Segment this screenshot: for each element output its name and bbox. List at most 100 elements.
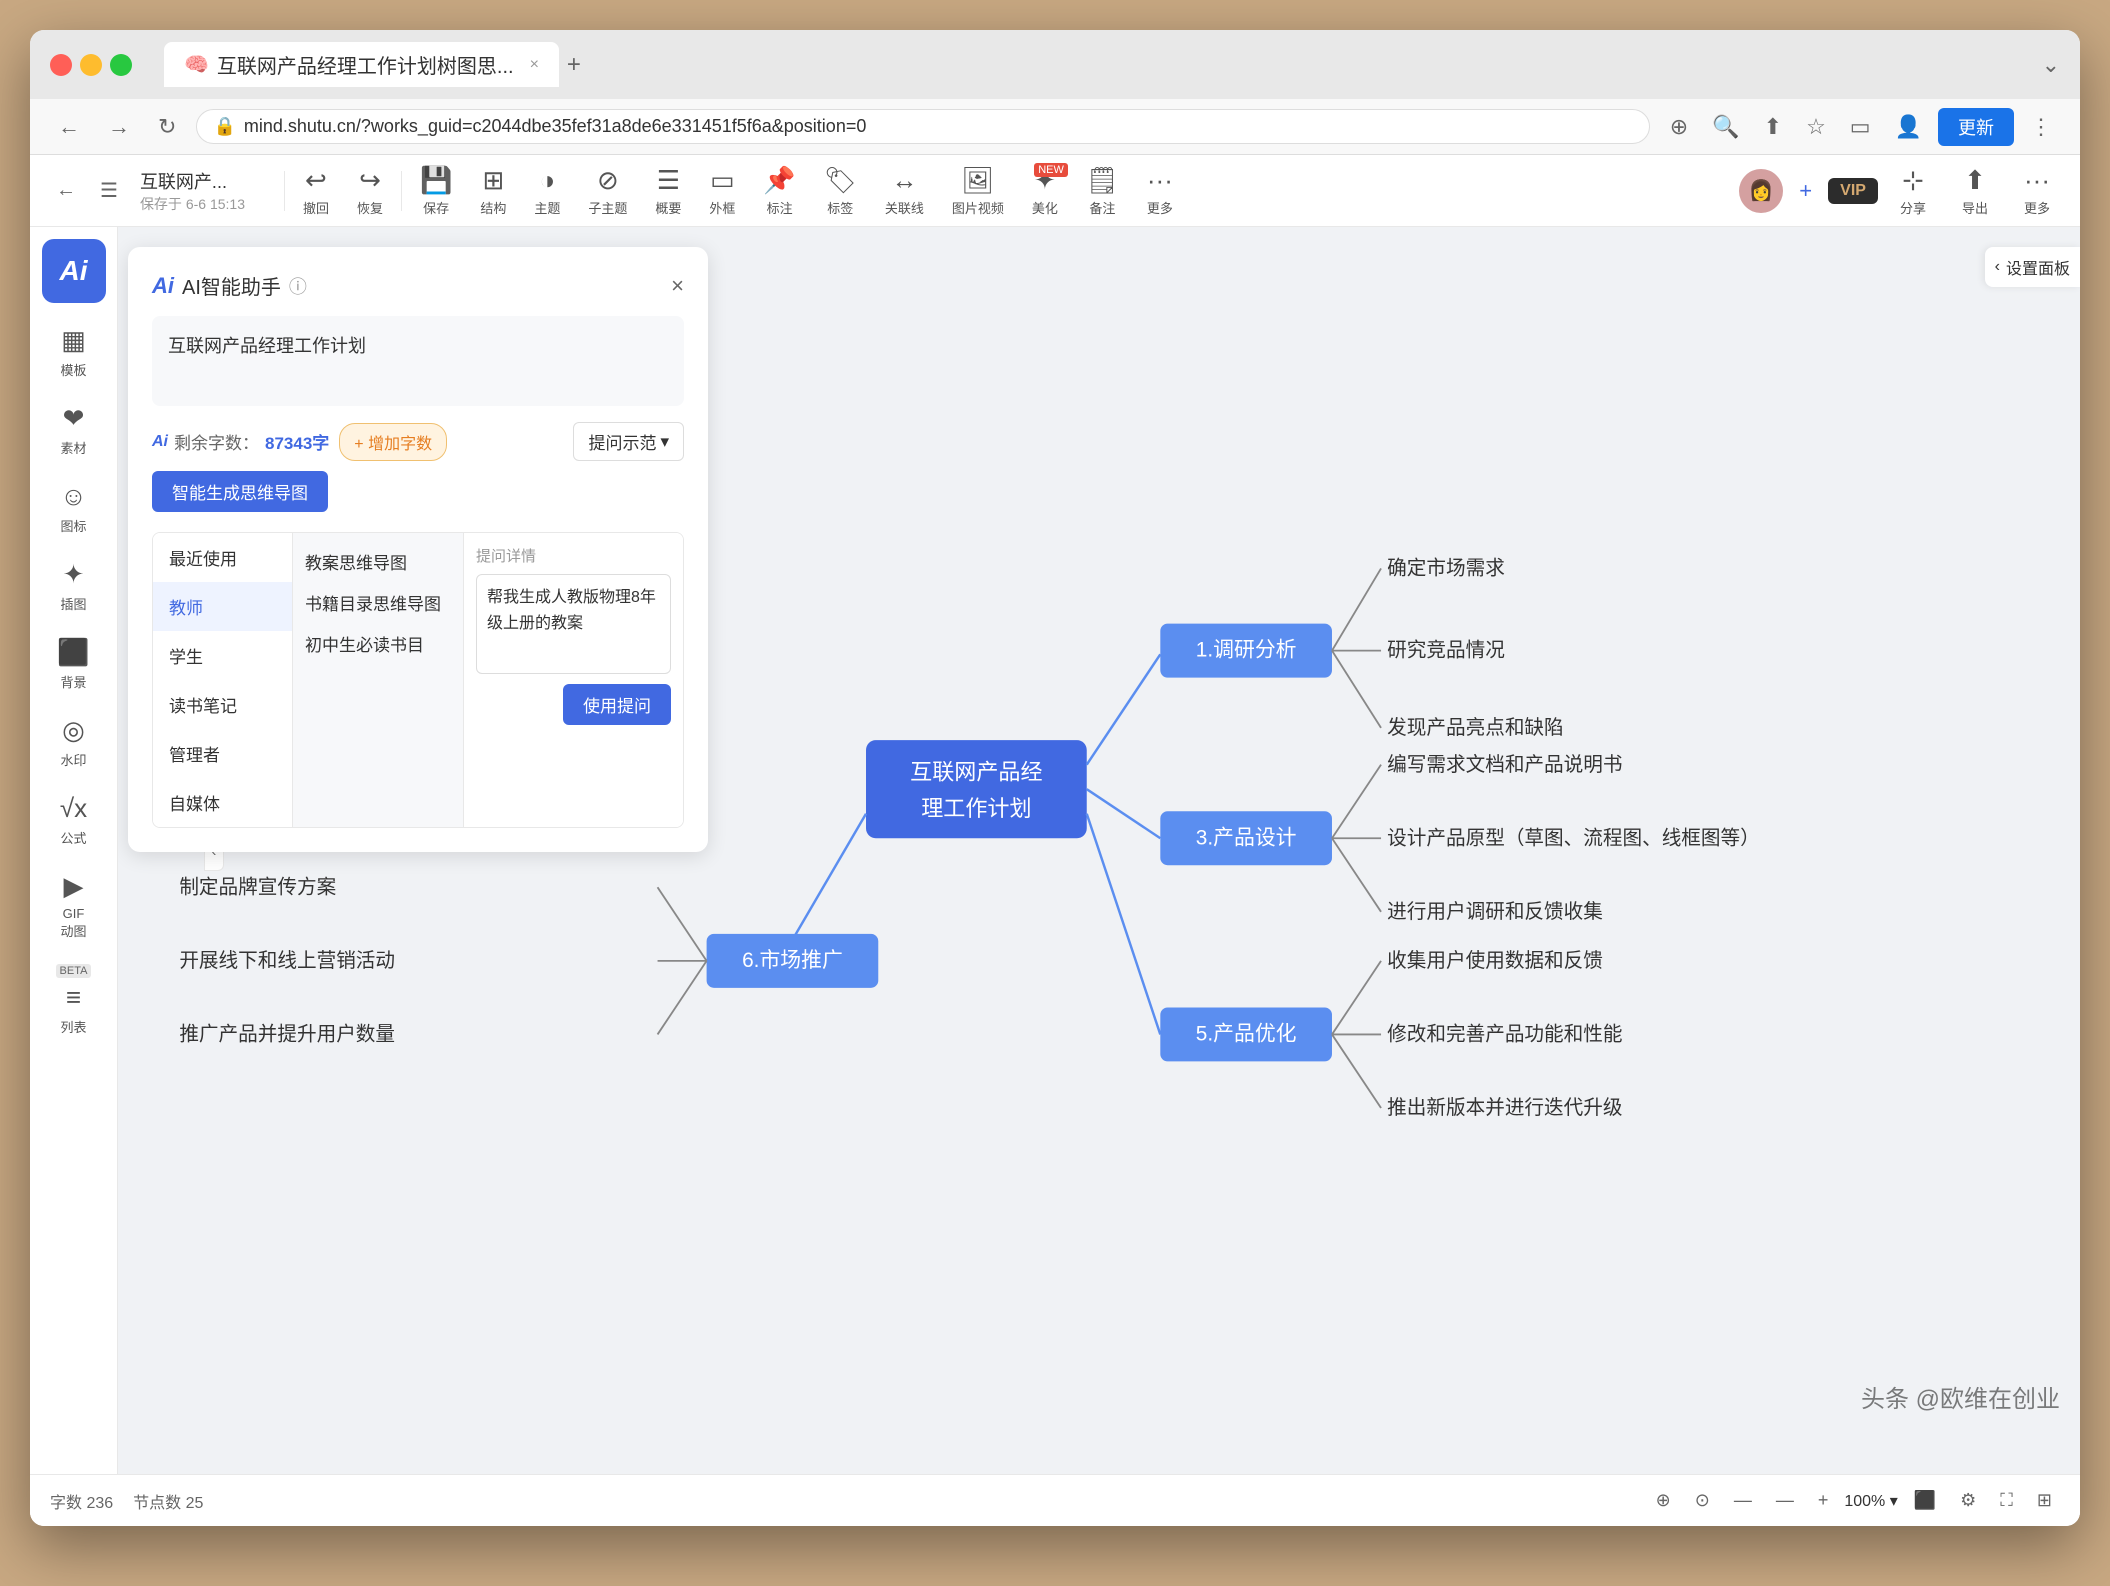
sidebar-item-template[interactable]: ▦ 模板 bbox=[34, 315, 114, 389]
svg-text:进行用户调研和反馈收集: 进行用户调研和反馈收集 bbox=[1387, 901, 1603, 923]
add-user-button[interactable]: + bbox=[1791, 174, 1820, 208]
address-bar[interactable]: 🔒 mind.shutu.cn/?works_guid=c2044dbe35fe… bbox=[196, 109, 1649, 144]
traffic-lights bbox=[50, 54, 132, 76]
gif-icon: ▶ bbox=[64, 871, 84, 902]
ai-template-reading[interactable]: 初中生必读书目 bbox=[305, 627, 451, 660]
ai-close-button[interactable]: × bbox=[671, 273, 684, 299]
ai-cat-recent[interactable]: 最近使用 bbox=[153, 533, 292, 582]
ai-cat-media[interactable]: 自媒体 bbox=[153, 778, 292, 827]
window-menu-icon[interactable]: ⌄ bbox=[2042, 52, 2060, 78]
new-tab-button[interactable]: + bbox=[567, 51, 581, 79]
update-button[interactable]: 更新 bbox=[1938, 108, 2014, 146]
ai-add-chars-button[interactable]: + 增加字数 bbox=[339, 423, 447, 461]
settings-button[interactable]: ⚙ bbox=[1952, 1486, 1984, 1515]
canvas-area[interactable]: Ai AI智能助手 ⓘ × 互联网产品经理工作计划 Ai 剩余字数： 87343… bbox=[118, 227, 2080, 1474]
sidebar-item-watermark[interactable]: ◎ 水印 bbox=[34, 705, 114, 779]
translate-icon[interactable]: ⊕ bbox=[1662, 108, 1696, 146]
tab-close-button[interactable]: × bbox=[530, 56, 539, 74]
sidebar-item-background[interactable]: ⬛ 背景 bbox=[34, 627, 114, 701]
ai-template-book[interactable]: 书籍目录思维导图 bbox=[305, 586, 451, 619]
center-button[interactable]: ⊙ bbox=[1687, 1486, 1718, 1515]
sidebar-item-illustration[interactable]: ✦ 插图 bbox=[34, 549, 114, 623]
right-panel-toggle[interactable]: ‹ 设置面板 bbox=[1985, 247, 2080, 287]
toolbar-tag-item[interactable]: 🏷 标签 bbox=[810, 159, 871, 223]
toolbar-beautify-item[interactable]: ✦ 美化 NEW bbox=[1018, 159, 1072, 223]
node-count-label: 节点数 bbox=[133, 1495, 181, 1512]
char-count-stat: 字数 236 bbox=[50, 1489, 113, 1513]
toolbar-mark-item[interactable]: 📌 标注 bbox=[749, 159, 809, 223]
template-icon: ▦ bbox=[61, 325, 86, 356]
svg-text:6.市场推广: 6.市场推广 bbox=[742, 949, 843, 972]
toolbar-theme-item[interactable]: ◑ 主题 bbox=[520, 159, 574, 223]
nav-menu-button[interactable]: ☰ bbox=[90, 172, 128, 209]
back-button[interactable]: ← bbox=[50, 110, 88, 144]
list-icon: ≡ bbox=[66, 982, 81, 1013]
toolbar-undo-item[interactable]: ↩ 撤回 bbox=[289, 159, 343, 223]
node-count-stat: 节点数 25 bbox=[133, 1489, 203, 1513]
zoom-icon[interactable]: 🔍 bbox=[1704, 108, 1747, 146]
toolbar-more2-item[interactable]: ··· 更多 bbox=[2010, 159, 2064, 223]
bookmark-icon[interactable]: ☆ bbox=[1798, 108, 1834, 146]
sidebar-toggle-icon[interactable]: ▭ bbox=[1842, 108, 1879, 146]
ai-cat-teacher[interactable]: 教师 bbox=[153, 582, 292, 631]
toolbar-more-item[interactable]: ··· 更多 bbox=[1133, 159, 1187, 223]
subtheme-label: 子主题 bbox=[588, 198, 627, 217]
share-browser-icon[interactable]: ⬆ bbox=[1756, 108, 1790, 146]
toolbar-structure-item[interactable]: ⊞ 结构 bbox=[466, 159, 520, 223]
profile-icon[interactable]: 👤 bbox=[1887, 108, 1930, 146]
material-label: 素材 bbox=[60, 438, 86, 457]
active-tab[interactable]: 🧠 互联网产品经理工作计划树图思... × bbox=[164, 42, 559, 87]
toolbar-relate-item[interactable]: ↔ 关联线 bbox=[871, 159, 938, 223]
ai-template-lesson[interactable]: 教案思维导图 bbox=[305, 545, 451, 578]
background-icon: ⬛ bbox=[57, 637, 89, 668]
sidebar-item-list[interactable]: BETA ≡ 列表 bbox=[34, 954, 114, 1046]
refresh-button[interactable]: ↻ bbox=[150, 110, 184, 144]
zoom-out-button[interactable]: — bbox=[1726, 1486, 1760, 1515]
material-icon: ❤ bbox=[63, 403, 85, 434]
maximize-traffic-light[interactable] bbox=[110, 54, 132, 76]
sidebar-item-formula[interactable]: √x 公式 bbox=[34, 783, 114, 857]
toolbar-media-item[interactable]: 🖼 图片视频 bbox=[938, 159, 1018, 223]
ai-input[interactable]: 互联网产品经理工作计划 bbox=[152, 316, 684, 406]
toolbar-summary-item[interactable]: ☰ 概要 bbox=[641, 159, 695, 223]
forward-button[interactable]: → bbox=[100, 110, 138, 144]
ai-cat-manager[interactable]: 管理者 bbox=[153, 729, 292, 778]
toolbar-frame-item[interactable]: ▭ 外框 bbox=[695, 159, 749, 223]
backup-icon: 🗒 bbox=[1086, 165, 1119, 196]
toolbar-redo-item[interactable]: ↪ 恢复 bbox=[343, 159, 397, 223]
ai-info-icon[interactable]: ⓘ bbox=[289, 273, 307, 299]
main-area: Ai ▦ 模板 ❤ 素材 ☺ 图标 ✦ 插图 bbox=[30, 227, 2080, 1474]
sidebar-item-gif[interactable]: ▶ GIF 动图 bbox=[34, 861, 114, 950]
sidebar-item-material[interactable]: ❤ 素材 bbox=[34, 393, 114, 467]
watermark-label: 水印 bbox=[60, 750, 86, 769]
url-text: mind.shutu.cn/?works_guid=c2044dbe35fef3… bbox=[244, 116, 867, 137]
ai-generate-button[interactable]: 智能生成思维导图 bbox=[152, 471, 328, 512]
toolbar-subtheme-item[interactable]: ⊘ 子主题 bbox=[574, 159, 641, 223]
list-label: 列表 bbox=[60, 1017, 86, 1036]
sidebar-item-icon[interactable]: ☺ 图标 bbox=[34, 471, 114, 545]
thumbnail-button[interactable]: ⬛ bbox=[1906, 1486, 1944, 1515]
nav-back-button[interactable]: ← bbox=[46, 172, 86, 209]
toolbar-save-item[interactable]: 💾 保存 bbox=[406, 159, 466, 223]
grid-button[interactable]: ⊞ bbox=[2029, 1486, 2060, 1515]
menu-icon[interactable]: ⋮ bbox=[2022, 108, 2060, 146]
toolbar-export-item[interactable]: ⬆ 导出 bbox=[1948, 159, 2002, 223]
fullscreen-button[interactable]: ⛶ bbox=[1992, 1486, 2021, 1515]
toolbar-share-item[interactable]: ⊹ 分享 bbox=[1886, 159, 1940, 223]
zoom-add-button[interactable]: + bbox=[1810, 1486, 1837, 1515]
toolbar-backup-item[interactable]: 🗒 备注 bbox=[1072, 159, 1133, 223]
ai-sidebar-button[interactable]: Ai bbox=[42, 239, 106, 303]
minimize-traffic-light[interactable] bbox=[80, 54, 102, 76]
fit-screen-button[interactable]: ⊕ bbox=[1648, 1486, 1679, 1515]
user-avatar[interactable]: 👩 bbox=[1739, 169, 1783, 213]
close-traffic-light[interactable] bbox=[50, 54, 72, 76]
ai-categories: 最近使用 教师 学生 读书笔记 管理者 自媒体 bbox=[153, 533, 293, 827]
ai-prompt-example-button[interactable]: 提问示范 ▾ bbox=[573, 422, 684, 461]
ai-use-prompt-button[interactable]: 使用提问 bbox=[563, 684, 671, 725]
ai-cat-student[interactable]: 学生 bbox=[153, 631, 292, 680]
zoom-in-button[interactable]: — bbox=[1768, 1486, 1802, 1515]
ai-cat-reading[interactable]: 读书笔记 bbox=[153, 680, 292, 729]
watermark-icon: ◎ bbox=[62, 715, 85, 746]
vip-badge[interactable]: VIP bbox=[1828, 178, 1878, 204]
toolbar-nav: ← ☰ bbox=[46, 172, 128, 209]
